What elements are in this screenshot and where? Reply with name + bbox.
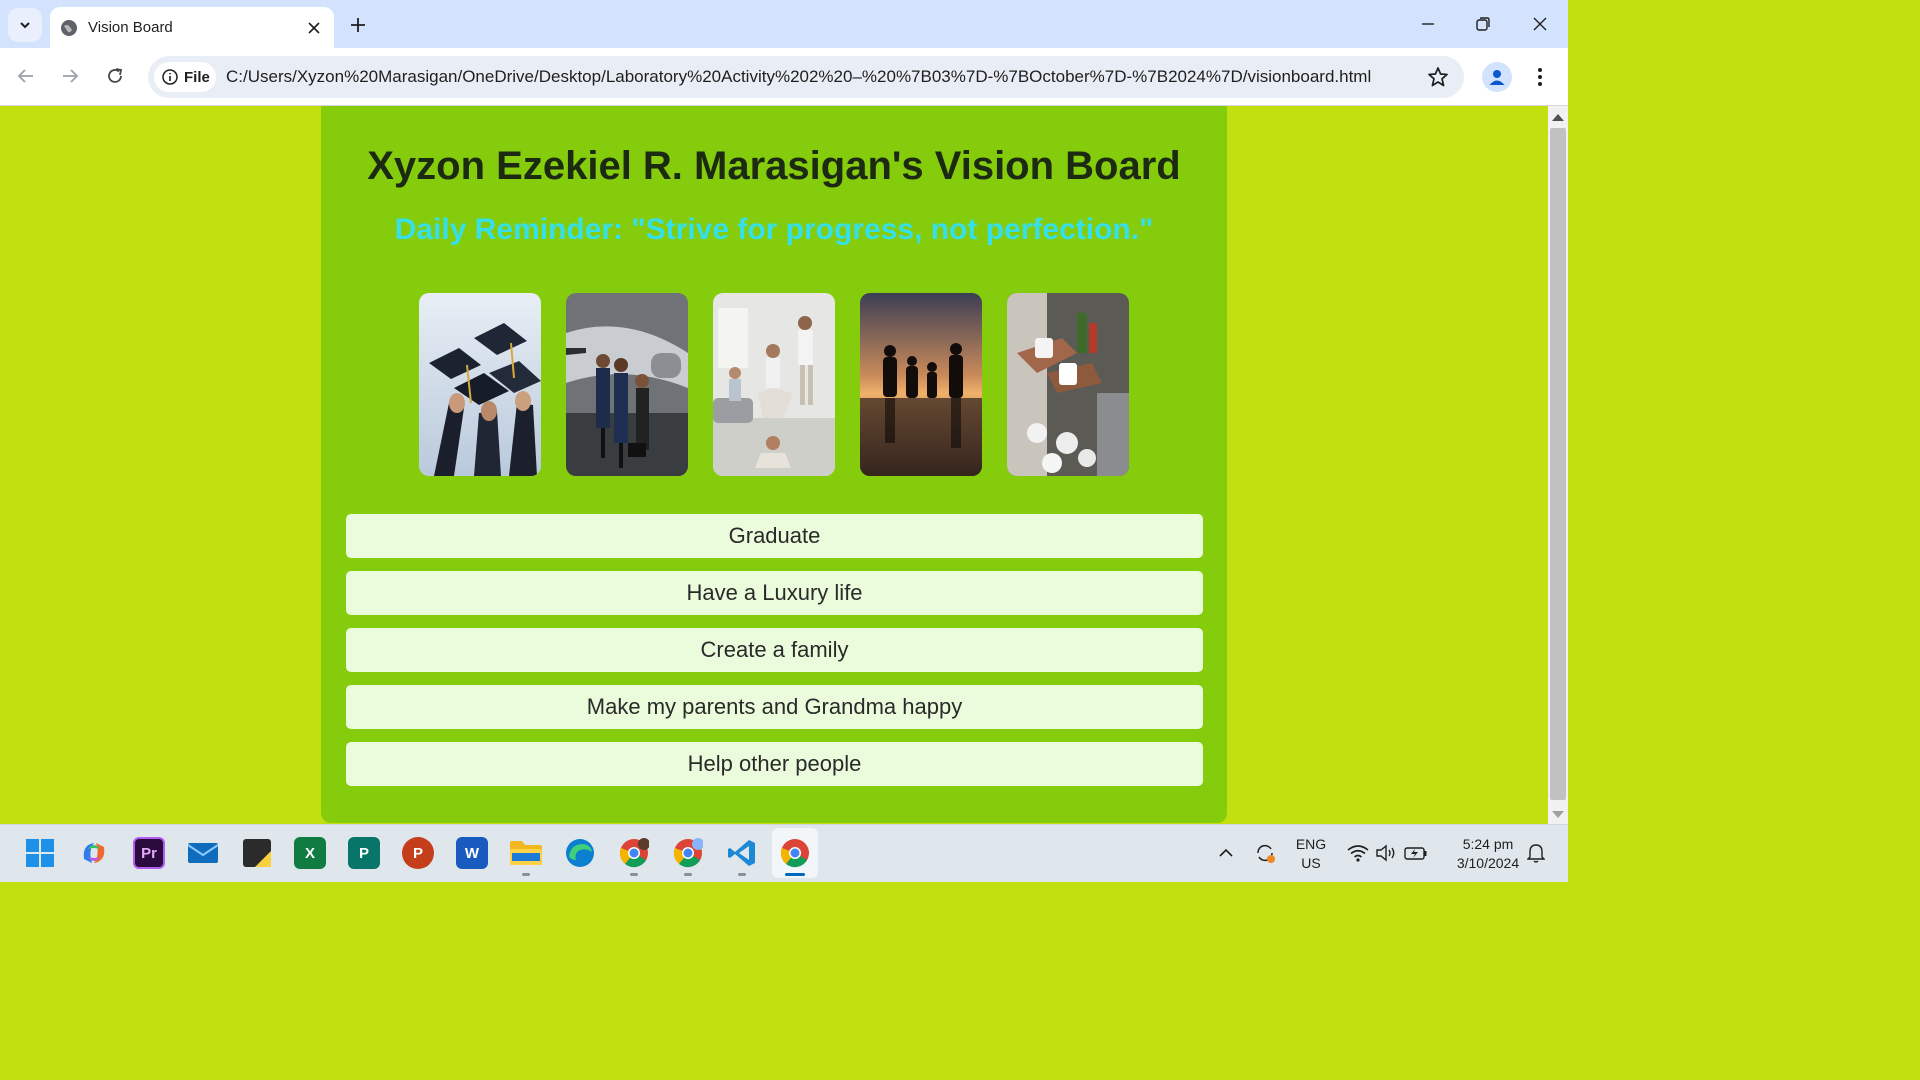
file-explorer-icon[interactable] bbox=[510, 837, 542, 869]
powerpoint-label: P bbox=[412, 844, 423, 862]
notification-bell-icon[interactable] bbox=[1520, 837, 1552, 869]
volume-icon[interactable] bbox=[1371, 837, 1403, 869]
reload-button[interactable] bbox=[99, 60, 131, 92]
copilot-icon[interactable] bbox=[78, 837, 110, 869]
running-indicator bbox=[684, 873, 692, 876]
vscode-icon[interactable] bbox=[726, 837, 758, 869]
language-indicator[interactable]: ENG US bbox=[1290, 835, 1332, 873]
sticky-notes-icon[interactable] bbox=[241, 837, 273, 869]
vertical-scrollbar[interactable] bbox=[1548, 106, 1568, 824]
publisher-icon[interactable]: P bbox=[348, 837, 380, 869]
url-text[interactable]: C:/Users/Xyzon%20Marasigan/OneDrive/Desk… bbox=[226, 67, 1371, 87]
goal-item[interactable]: Help other people bbox=[346, 742, 1203, 786]
active-indicator bbox=[785, 873, 805, 876]
file-label: File bbox=[184, 68, 210, 86]
goal-item[interactable]: Make my parents and Grandma happy bbox=[346, 685, 1203, 729]
luxury-jet-photo bbox=[566, 293, 688, 476]
start-icon[interactable] bbox=[24, 837, 56, 869]
goal-item[interactable]: Have a Luxury life bbox=[346, 571, 1203, 615]
page-viewport: Xyzon Ezekiel R. Marasigan's Vision Boar… bbox=[0, 106, 1548, 824]
tab-search-button[interactable] bbox=[8, 8, 42, 42]
windows-taskbar: Pr X P P W ENG US 5:24 pm 3/10/2024 bbox=[0, 824, 1568, 882]
publisher-label: P bbox=[358, 844, 369, 862]
language-line2: US bbox=[1301, 855, 1321, 871]
browser-menu-button[interactable] bbox=[1528, 62, 1552, 92]
close-icon bbox=[308, 21, 320, 34]
photo-gallery bbox=[419, 293, 1129, 476]
scroll-up-arrow[interactable] bbox=[1552, 114, 1564, 121]
graduation-photo bbox=[419, 293, 541, 476]
family-home-photo bbox=[713, 293, 835, 476]
address-bar[interactable]: File C:/Users/Xyzon%20Marasigan/OneDrive… bbox=[148, 56, 1464, 98]
bookmark-star-icon[interactable] bbox=[1426, 65, 1450, 89]
edge-icon[interactable] bbox=[564, 837, 596, 869]
sync-icon[interactable] bbox=[1249, 837, 1281, 869]
running-indicator bbox=[522, 873, 530, 876]
goals-list: Graduate Have a Luxury life Create a fam… bbox=[346, 514, 1203, 799]
globe-icon bbox=[61, 19, 77, 36]
restore-icon bbox=[1476, 17, 1490, 31]
running-indicator bbox=[738, 873, 746, 876]
scrollbar-thumb[interactable] bbox=[1550, 128, 1566, 800]
word-icon[interactable]: W bbox=[456, 837, 488, 869]
site-info-chip[interactable]: File bbox=[154, 62, 216, 92]
minimize-icon bbox=[1422, 23, 1434, 25]
close-window-button[interactable] bbox=[1520, 8, 1560, 40]
restore-button[interactable] bbox=[1463, 8, 1503, 40]
premiere-pro-icon[interactable]: Pr bbox=[133, 837, 165, 869]
close-icon bbox=[1533, 17, 1547, 31]
language-line1: ENG bbox=[1295, 836, 1327, 852]
battery-icon[interactable] bbox=[1400, 837, 1432, 869]
forward-button[interactable] bbox=[54, 60, 86, 92]
more-vertical-icon bbox=[1538, 68, 1542, 86]
running-indicator bbox=[630, 873, 638, 876]
vision-board-container: Xyzon Ezekiel R. Marasigan's Vision Boar… bbox=[321, 106, 1227, 823]
back-button[interactable] bbox=[10, 60, 42, 92]
chrome-profile-1-icon[interactable] bbox=[618, 837, 650, 869]
chevron-down-icon bbox=[20, 22, 30, 29]
page-title: Xyzon Ezekiel R. Marasigan's Vision Boar… bbox=[367, 144, 1181, 188]
daily-reminder: Daily Reminder: "Strive for progress, no… bbox=[394, 213, 1154, 246]
premiere-pro-label: Pr bbox=[141, 844, 157, 862]
excel-label: X bbox=[304, 844, 315, 862]
close-tab-button[interactable] bbox=[302, 16, 326, 40]
goal-item[interactable]: Graduate bbox=[346, 514, 1203, 558]
info-icon bbox=[162, 69, 178, 85]
browser-toolbar: File C:/Users/Xyzon%20Marasigan/OneDrive… bbox=[0, 48, 1568, 106]
browser-tabbar: Vision Board bbox=[0, 0, 1568, 48]
family-sunset-photo bbox=[860, 293, 982, 476]
person-icon bbox=[1489, 70, 1505, 85]
scroll-down-arrow[interactable] bbox=[1552, 811, 1564, 818]
goal-item[interactable]: Create a family bbox=[346, 628, 1203, 672]
plus-icon bbox=[351, 18, 365, 32]
excel-icon[interactable]: X bbox=[294, 837, 326, 869]
powerpoint-icon[interactable]: P bbox=[402, 837, 434, 869]
wifi-icon[interactable] bbox=[1342, 837, 1374, 869]
arrow-left-icon bbox=[17, 69, 33, 83]
chrome-icon[interactable] bbox=[779, 837, 811, 869]
reload-icon bbox=[108, 68, 123, 83]
show-hidden-icons-button[interactable] bbox=[1210, 837, 1242, 869]
new-tab-button[interactable] bbox=[344, 11, 372, 39]
mail-icon[interactable] bbox=[187, 837, 219, 869]
chevron-up-icon bbox=[1219, 848, 1233, 857]
arrow-right-icon bbox=[63, 69, 79, 83]
minimize-button[interactable] bbox=[1408, 8, 1448, 40]
helping-people-photo bbox=[1007, 293, 1129, 476]
active-tab[interactable]: Vision Board bbox=[50, 7, 334, 48]
profile-button[interactable] bbox=[1482, 62, 1512, 92]
word-label: W bbox=[464, 844, 480, 862]
chrome-profile-2-icon[interactable] bbox=[672, 837, 704, 869]
tab-title: Vision Board bbox=[88, 19, 173, 36]
